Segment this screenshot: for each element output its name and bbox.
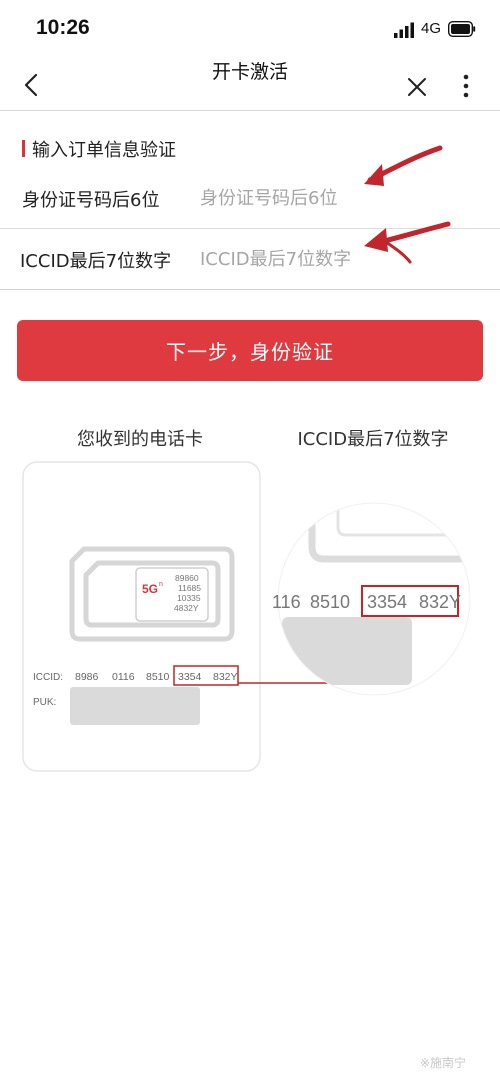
close-icon[interactable] [400,70,434,104]
puk-placeholder [70,687,200,725]
zoom-highlight-group: 832Y [419,592,461,612]
puk-label: PUK: [33,697,56,708]
iccid-highlight-group: 3354 [178,671,202,683]
more-vertical-icon[interactable] [452,70,480,104]
zoom-view: 4832Y [278,486,470,695]
battery-icon [448,21,476,37]
zoom-top-text: 4832Y [360,486,398,501]
sim-card-illustration: 5G n 89860 11685 10335 4832Y ICCID: 8986… [22,461,471,772]
watermark: ※施南宁 [420,1056,467,1070]
form-divider [0,289,500,290]
next-step-button[interactable]: 下一步，身份验证 [17,320,483,381]
zoom-group: 8510 [310,592,350,612]
sim-line: 4832Y [174,603,199,613]
section-accent-bar [22,140,25,157]
annotation-arrow-icon [364,145,443,186]
iccid-label: ICCID最后7位数字 [20,251,172,272]
status-time: 10:26 [36,16,90,39]
sim-line: 10335 [177,593,201,603]
iccid-group: 0116 [112,671,135,683]
annotation-arrow-icon [364,221,451,264]
sim-card-caption: 您收到的电话卡 [77,429,203,450]
zoom-highlight-group: 3354 [367,592,407,612]
zoom-group: 116 [272,592,301,612]
signal-icon [394,22,414,38]
iccid-line-label: ICCID: [33,672,63,683]
nav-divider [0,110,500,111]
sim-5g-sup: n [159,581,163,588]
iccid-caption: ICCID最后7位数字 [297,429,449,450]
sim-5g-logo: 5G [142,582,158,596]
iccid-highlight-group: 832Y [213,671,238,683]
iccid-group: 8986 [75,671,99,683]
iccid-group: 8510 [146,671,170,683]
sim-line: 11685 [178,583,201,593]
back-arrow-icon[interactable] [14,68,48,102]
section-title: 输入订单信息验证 [32,140,176,161]
id-number-label: 身份证号码后6位 [22,190,160,211]
next-step-label: 下一步，身份验证 [166,340,334,364]
sim-line: 89860 [175,573,199,583]
network-type: 4G [421,20,442,37]
